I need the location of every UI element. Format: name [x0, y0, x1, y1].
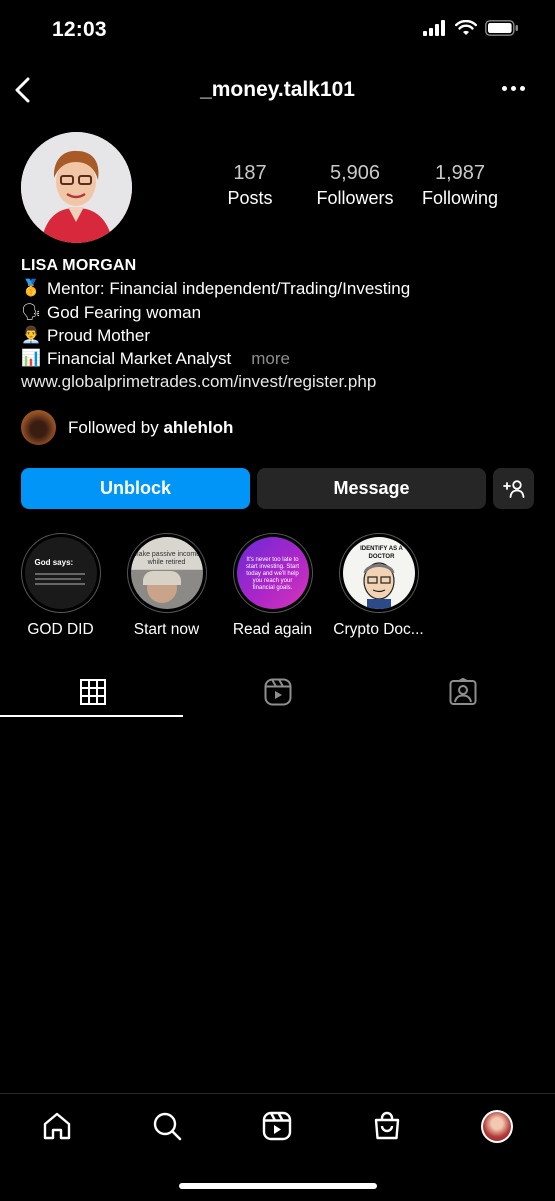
- highlight-ring: God says:: [20, 533, 101, 613]
- status-icons: [423, 20, 519, 36]
- nav-home[interactable]: [41, 1110, 73, 1142]
- shop-icon: [374, 1111, 400, 1140]
- bio-line: 🥇 Mentor: Financial independent/Trading/…: [21, 277, 541, 300]
- highlight-cover: It's never too late to start investing. …: [236, 537, 309, 609]
- followed-by[interactable]: Followed by ahlehloh: [21, 410, 233, 445]
- status-time: 12:03: [52, 18, 107, 41]
- bio-line-text: Financial Market Analyst: [47, 349, 232, 369]
- profile-username: _money.talk101: [200, 78, 355, 101]
- highlight-ring: Make passive income while retired: [126, 533, 207, 613]
- message-button[interactable]: Message: [257, 468, 486, 509]
- dot-icon: [520, 86, 525, 91]
- nav-reels[interactable]: [261, 1110, 293, 1142]
- following-stat[interactable]: 1,987 Following: [410, 162, 510, 209]
- tagged-icon: [449, 678, 476, 705]
- tab-tagged[interactable]: [370, 668, 555, 716]
- bio-line: 📊 Financial Market Analyst more: [21, 347, 541, 370]
- highlight-ring: IDENTIFY AS A DOCTOR: [338, 533, 419, 613]
- highlight-label: Start now: [133, 621, 200, 638]
- followed-by-user: ahlehloh: [163, 417, 234, 437]
- profile-tabs: [0, 668, 555, 716]
- followers-stat[interactable]: 5,906 Followers: [300, 162, 410, 209]
- search-icon: [153, 1112, 182, 1141]
- add-person-icon: [502, 479, 524, 498]
- bio-line: 👨‍💼 Proud Mother: [21, 324, 541, 347]
- signal-icon: [423, 20, 445, 36]
- avatar-photo: [21, 132, 132, 243]
- highlight-item[interactable]: It's never too late to start investing. …: [230, 533, 315, 639]
- person-emoji: 👨‍💼: [21, 326, 41, 344]
- highlight-label: Crypto Doc...: [333, 621, 424, 638]
- bio-more-link[interactable]: more: [251, 347, 290, 370]
- reels-icon: [264, 678, 291, 706]
- followed-by-prefix: Followed by: [68, 417, 159, 437]
- speaking-head-emoji: 🗣: [21, 303, 42, 321]
- posts-label: Posts: [227, 188, 273, 208]
- highlight-item[interactable]: Make passive income while retired Start …: [124, 533, 209, 639]
- tab-reels[interactable]: [185, 668, 370, 716]
- profile-stats: 187 Posts 5,906 Followers 1,987 Followin…: [200, 162, 510, 209]
- active-tab-indicator: [0, 715, 183, 717]
- bio-line-text: God Fearing woman: [47, 302, 202, 322]
- highlight-cover-text: It's never too late to start investing. …: [245, 557, 300, 591]
- highlight-item[interactable]: God says: GOD DID: [18, 533, 103, 639]
- posts-stat[interactable]: 187 Posts: [200, 162, 300, 209]
- followers-count: 5,906: [329, 162, 381, 184]
- bio-website-link[interactable]: www.globalprimetrades.com/invest/registe…: [21, 370, 541, 393]
- highlight-label: GOD DID: [27, 621, 94, 638]
- profile-avatar-small: [481, 1109, 513, 1143]
- profile-avatar[interactable]: [21, 132, 132, 243]
- followers-label: Followers: [316, 188, 394, 208]
- home-indicator: [179, 1183, 377, 1189]
- bio-line: 🗣 God Fearing woman: [21, 301, 541, 324]
- story-highlights: God says: GOD DID Make passive income wh…: [18, 533, 424, 639]
- profile-display-name: LISA MORGAN: [21, 257, 137, 274]
- followed-by-text: Followed by ahlehloh: [68, 418, 233, 438]
- highlight-item[interactable]: IDENTIFY AS A DOCTOR Crypto Doc...: [333, 533, 424, 639]
- profile-bio: LISA MORGAN 🥇 Mentor: Financial independ…: [21, 254, 541, 394]
- posts-count: 187: [233, 162, 267, 184]
- following-label: Following: [421, 188, 499, 208]
- cartoon-face: [362, 562, 395, 609]
- more-options-button[interactable]: [502, 86, 525, 91]
- unblock-button[interactable]: Unblock: [21, 468, 250, 509]
- bio-line-text: Proud Mother: [47, 325, 150, 345]
- wifi-icon: [455, 20, 477, 35]
- dot-icon: [511, 86, 516, 91]
- following-count: 1,987: [434, 162, 486, 184]
- highlight-ring: It's never too late to start investing. …: [232, 533, 313, 613]
- follower-avatar: [21, 410, 56, 445]
- highlight-cover-text: God says:: [34, 558, 74, 567]
- suggest-users-button[interactable]: [493, 468, 534, 509]
- battery-icon: [485, 20, 518, 36]
- nav-shop[interactable]: [371, 1110, 403, 1142]
- bio-line-text: Mentor: Financial independent/Trading/In…: [47, 279, 411, 299]
- grid-icon: [79, 679, 106, 705]
- highlight-cover: God says:: [24, 537, 97, 609]
- highlight-cover: IDENTIFY AS A DOCTOR: [342, 537, 415, 609]
- reels-icon: [262, 1111, 292, 1141]
- nav-profile[interactable]: [481, 1109, 513, 1143]
- highlight-cover-text: Make passive income while retired: [132, 551, 201, 566]
- highlight-cover: Make passive income while retired: [130, 537, 203, 609]
- chart-emoji: 📊: [21, 350, 41, 368]
- medal-emoji: 🥇: [21, 280, 41, 298]
- highlight-label: Read again: [232, 621, 313, 638]
- dot-icon: [502, 86, 507, 91]
- tab-posts-grid[interactable]: [0, 668, 185, 716]
- home-icon: [43, 1112, 71, 1140]
- nav-search[interactable]: [151, 1110, 183, 1142]
